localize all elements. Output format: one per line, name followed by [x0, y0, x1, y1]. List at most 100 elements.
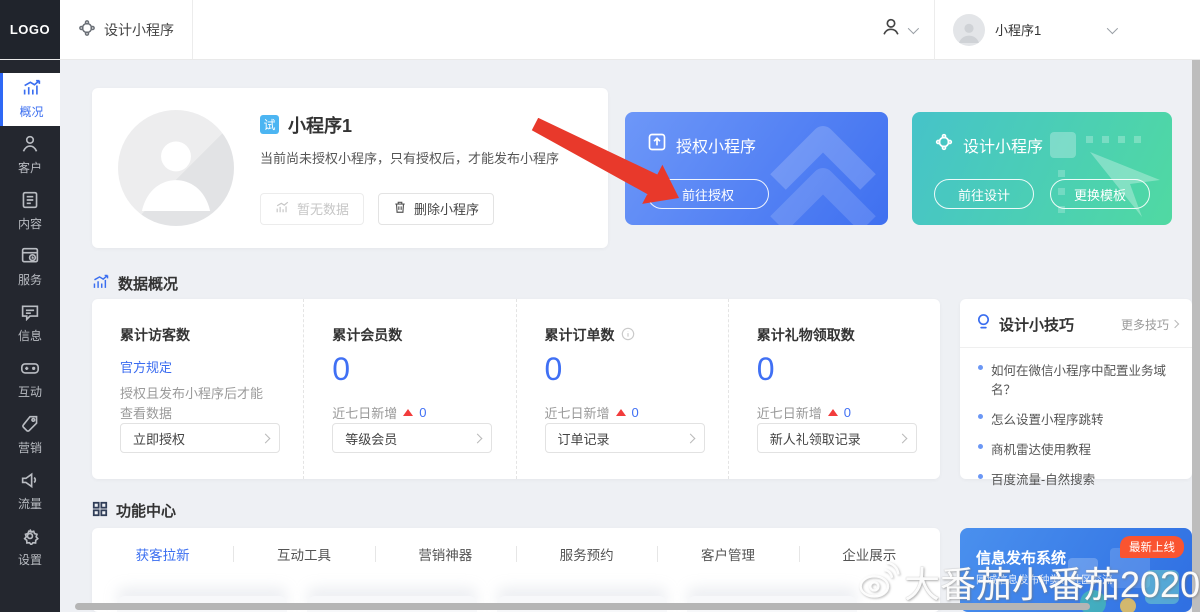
no-data-button[interactable]: 暂无数据 — [260, 193, 364, 225]
sidebar-item-customers[interactable]: 客户 — [0, 129, 60, 182]
chart-line-icon — [92, 274, 110, 294]
function-tabs: 获客拉新 互动工具 营销神器 服务预约 客户管理 企业展示 — [92, 528, 940, 574]
sidebar-item-settings[interactable]: 设置 — [0, 521, 60, 574]
sidebar-label: 营销 — [18, 439, 42, 456]
member-levels-button[interactable]: 等级会员 — [332, 423, 492, 453]
stat-desc-line1: 授权且发布小程序后才能 — [120, 386, 263, 401]
tip-text: 商机雷达使用教程 — [991, 439, 1091, 458]
sidebar-label: 客户 — [18, 159, 42, 176]
user-menu[interactable] — [862, 0, 934, 59]
topnav-design-miniprogram[interactable]: 设计小程序 — [60, 0, 193, 59]
tab-enterprise-display[interactable]: 企业展示 — [799, 544, 940, 564]
go-authorize-button[interactable]: 前往授权 — [647, 179, 769, 209]
chevron-right-icon — [1171, 320, 1179, 328]
vertical-scrollbar[interactable] — [1192, 60, 1200, 612]
stat-orders: 累计订单数 0 近七日新增0 订单记录 — [516, 299, 728, 479]
delete-miniprogram-button[interactable]: 删除小程序 — [378, 193, 494, 225]
order-records-button[interactable]: 订单记录 — [545, 423, 705, 453]
sidebar-item-messages[interactable]: 信息 — [0, 297, 60, 350]
tab-customer-management[interactable]: 客户管理 — [657, 544, 798, 564]
stat-title: 累计会员数 — [332, 325, 402, 345]
gift-records-label: 新人礼领取记录 — [770, 429, 861, 448]
chevron-right-icon — [685, 433, 695, 443]
topnav-design-label: 设计小程序 — [104, 20, 174, 40]
stats-card: 累计访客数 官方规定 授权且发布小程序后才能查看数据 立即授权 累计会员数 0 … — [92, 299, 940, 479]
triangle-up-icon — [828, 409, 838, 416]
chevron-down-icon — [1107, 22, 1118, 33]
chevron-deco — [738, 112, 888, 225]
banner-title: 信息发布系统 — [976, 547, 1066, 568]
tip-text: 百度流量-自然搜索 — [991, 469, 1095, 488]
stat-value: 0 — [757, 351, 940, 387]
sidebar-label: 流量 — [18, 495, 42, 512]
authorize-title: 授权小程序 — [676, 133, 756, 157]
stat-title: 累计访客数 — [120, 325, 190, 345]
sidebar-item-content[interactable]: 内容 — [0, 185, 60, 238]
account-menu[interactable]: 小程序1 — [935, 0, 1200, 59]
tip-text: 怎么设置小程序跳转 — [991, 409, 1104, 428]
sidebar-item-marketing[interactable]: 营销 — [0, 409, 60, 462]
trend-label: 近七日新增 — [545, 403, 610, 422]
trend-value: 0 — [632, 405, 639, 420]
account-avatar — [953, 14, 985, 46]
tab-acquisition[interactable]: 获客拉新 — [92, 544, 233, 564]
logo: LOGO — [0, 0, 60, 59]
authorize-promo-card: 授权小程序 前往授权 — [625, 112, 888, 225]
tab-interaction-tools[interactable]: 互动工具 — [233, 544, 374, 564]
bullet-dot — [978, 444, 983, 449]
horizontal-scrollbar[interactable] — [75, 603, 1090, 610]
banner-deco — [1120, 598, 1136, 612]
tip-item[interactable]: 百度流量-自然搜索 — [978, 469, 1178, 488]
sidebar-item-services[interactable]: 服务 — [0, 241, 60, 294]
trial-badge-text: 试 — [263, 116, 275, 133]
stat-value: 0 — [545, 351, 728, 387]
sidebar-item-interaction[interactable]: 互动 — [0, 353, 60, 406]
megaphone-icon — [20, 471, 40, 492]
logo-text: LOGO — [10, 22, 50, 37]
triangle-up-icon — [403, 409, 413, 416]
more-tips-link[interactable]: 更多技巧 — [1121, 316, 1178, 333]
member-levels-label: 等级会员 — [345, 429, 397, 448]
tab-marketing-tools[interactable]: 营销神器 — [375, 544, 516, 564]
order-records-label: 订单记录 — [558, 429, 610, 448]
chevron-right-icon — [897, 433, 907, 443]
banner-subtitle: 同城信息发布种类、社区交流 — [976, 572, 1113, 587]
user-icon — [880, 16, 902, 43]
authorize-now-button[interactable]: 立即授权 — [120, 423, 280, 453]
official-rules-link[interactable]: 官方规定 — [120, 357, 303, 376]
stat-visitors: 累计访客数 官方规定 授权且发布小程序后才能查看数据 立即授权 — [92, 299, 303, 479]
gift-records-button[interactable]: 新人礼领取记录 — [757, 423, 917, 453]
sidebar-label: 互动 — [18, 383, 42, 400]
change-template-button[interactable]: 更换模板 — [1050, 179, 1150, 209]
data-overview-header: 数据概况 — [92, 273, 178, 294]
go-authorize-label: 前往授权 — [682, 185, 734, 204]
trial-badge: 试 — [260, 115, 279, 134]
sidebar-label: 设置 — [18, 551, 42, 568]
design-title: 设计小程序 — [963, 133, 1043, 157]
grid-icon — [92, 501, 108, 521]
tip-item[interactable]: 怎么设置小程序跳转 — [978, 409, 1178, 428]
device-clock-icon — [20, 247, 40, 268]
stat-value: 0 — [332, 351, 515, 387]
gear-icon — [20, 527, 40, 548]
info-publish-banner[interactable]: 信息发布系统 同城信息发布种类、社区交流 最新上线 — [960, 528, 1192, 612]
account-name: 小程序1 — [995, 20, 1041, 39]
tip-item[interactable]: 商机雷达使用教程 — [978, 439, 1178, 458]
tab-service-booking[interactable]: 服务预约 — [516, 544, 657, 564]
go-design-button[interactable]: 前往设计 — [934, 179, 1034, 209]
chat-bubble-icon — [20, 303, 40, 324]
tip-item[interactable]: 如何在微信小程序中配置业务域名？ — [978, 360, 1178, 398]
chevron-down-icon — [908, 22, 919, 33]
chevron-right-icon — [261, 433, 271, 443]
chevron-right-icon — [473, 433, 483, 443]
sidebar-item-overview[interactable]: 概况 — [0, 73, 60, 126]
info-icon — [621, 327, 635, 344]
authorize-icon — [647, 132, 667, 157]
tips-title: 设计小技巧 — [999, 314, 1121, 335]
stat-members: 累计会员数 0 近七日新增0 等级会员 — [303, 299, 515, 479]
sidebar: 概况 客户 内容 服务 信息 互动 营销 流量 — [0, 60, 60, 612]
topbar: LOGO 设计小程序 小程序1 — [0, 0, 1200, 60]
sidebar-item-traffic[interactable]: 流量 — [0, 465, 60, 518]
bullet-dot — [978, 414, 983, 419]
go-design-label: 前往设计 — [958, 185, 1010, 204]
